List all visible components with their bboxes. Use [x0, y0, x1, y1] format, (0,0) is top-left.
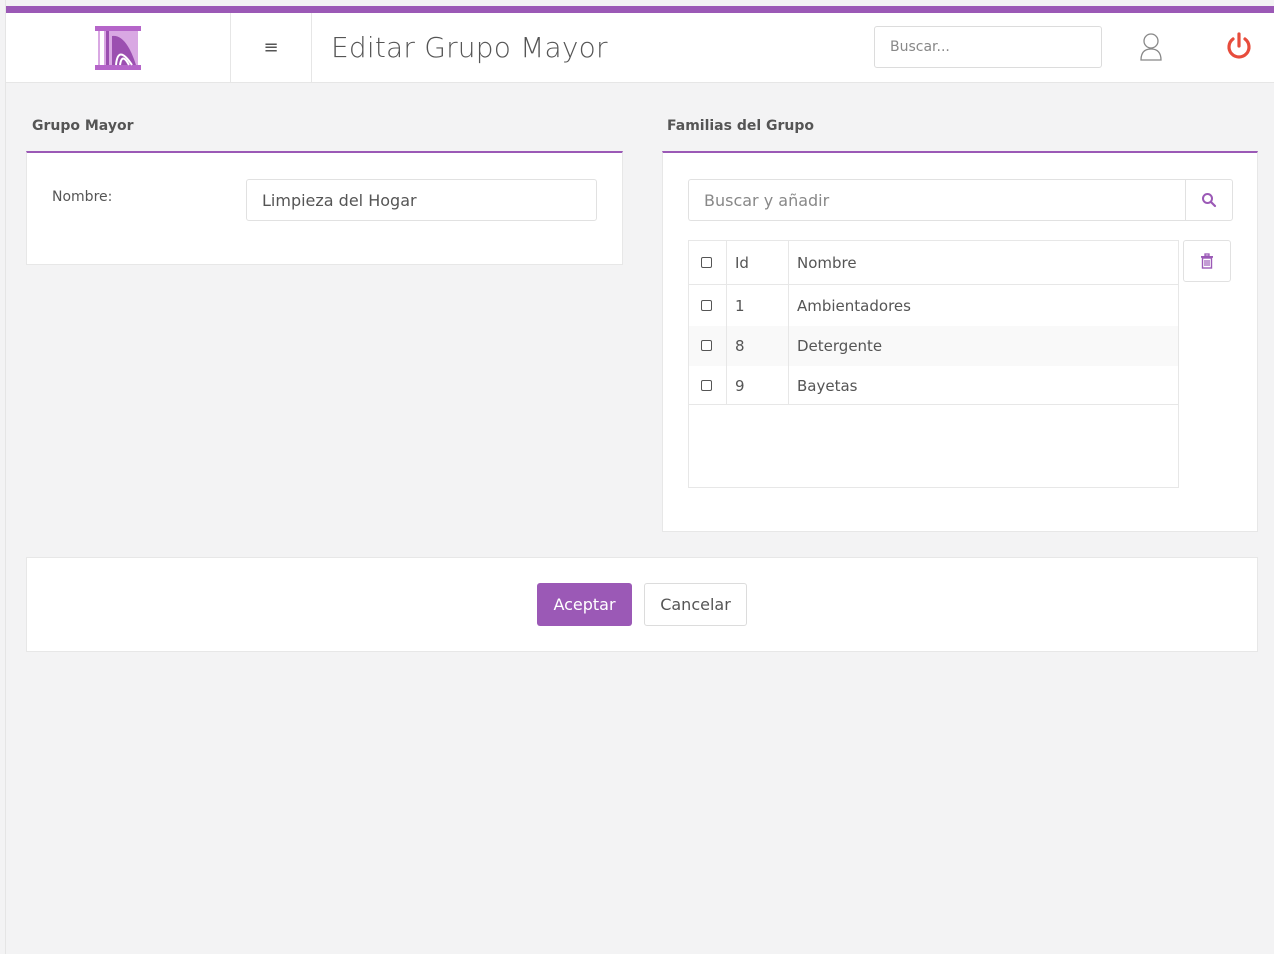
aceptar-button[interactable]: Aceptar	[537, 583, 632, 626]
familias-panel: Id Nombre 1 Ambientadores 8 Detergente 9…	[662, 151, 1258, 532]
table-row[interactable]: 8 Detergente	[689, 326, 1178, 366]
table-header-row: Id Nombre	[689, 241, 1178, 285]
form-actions: Aceptar Cancelar	[26, 557, 1258, 652]
select-all-checkbox[interactable]	[701, 257, 712, 268]
topbar: ≡ Editar Grupo Mayor	[6, 13, 1274, 83]
nombre-field[interactable]	[246, 179, 597, 221]
familias-heading: Familias del Grupo	[667, 118, 815, 134]
familias-table: Id Nombre 1 Ambientadores 8 Detergente 9…	[688, 240, 1179, 488]
nombre-label: Nombre:	[52, 189, 113, 205]
row-checkbox[interactable]	[701, 300, 712, 311]
left-edge	[0, 0, 6, 954]
user-icon[interactable]	[1139, 32, 1163, 62]
column-header-nombre: Nombre	[797, 254, 857, 272]
table-row[interactable]: 1 Ambientadores	[689, 286, 1178, 326]
row-nombre: Bayetas	[797, 377, 858, 395]
buscar-anadir-button[interactable]	[1185, 179, 1233, 221]
columns-logo-icon	[95, 25, 141, 70]
table-row[interactable]: 9 Bayetas	[689, 366, 1178, 406]
trash-icon	[1201, 253, 1213, 269]
grupo-mayor-panel: Nombre:	[26, 151, 623, 265]
row-nombre: Ambientadores	[797, 297, 911, 315]
table-rows-bottom-border	[689, 404, 1178, 405]
row-checkbox[interactable]	[701, 340, 712, 351]
row-id: 8	[735, 337, 745, 355]
cancelar-button[interactable]: Cancelar	[644, 583, 747, 626]
row-id: 9	[735, 377, 745, 395]
topbar-accent	[6, 6, 1274, 13]
column-divider	[726, 241, 727, 404]
grupo-mayor-heading: Grupo Mayor	[32, 118, 134, 134]
row-id: 1	[735, 297, 745, 315]
row-checkbox[interactable]	[701, 380, 712, 391]
row-nombre: Detergente	[797, 337, 883, 355]
column-header-id: Id	[735, 254, 749, 272]
menu-toggle-button[interactable]: ≡	[231, 13, 312, 82]
hamburger-menu-icon: ≡	[263, 37, 279, 58]
search-icon	[1202, 193, 1217, 208]
search-input[interactable]	[874, 26, 1102, 68]
column-divider	[788, 241, 789, 404]
buscar-anadir-input[interactable]	[688, 179, 1185, 221]
power-icon[interactable]	[1225, 31, 1253, 61]
logo[interactable]	[6, 13, 231, 82]
delete-button[interactable]	[1183, 240, 1231, 282]
page-title: Editar Grupo Mayor	[331, 31, 608, 64]
